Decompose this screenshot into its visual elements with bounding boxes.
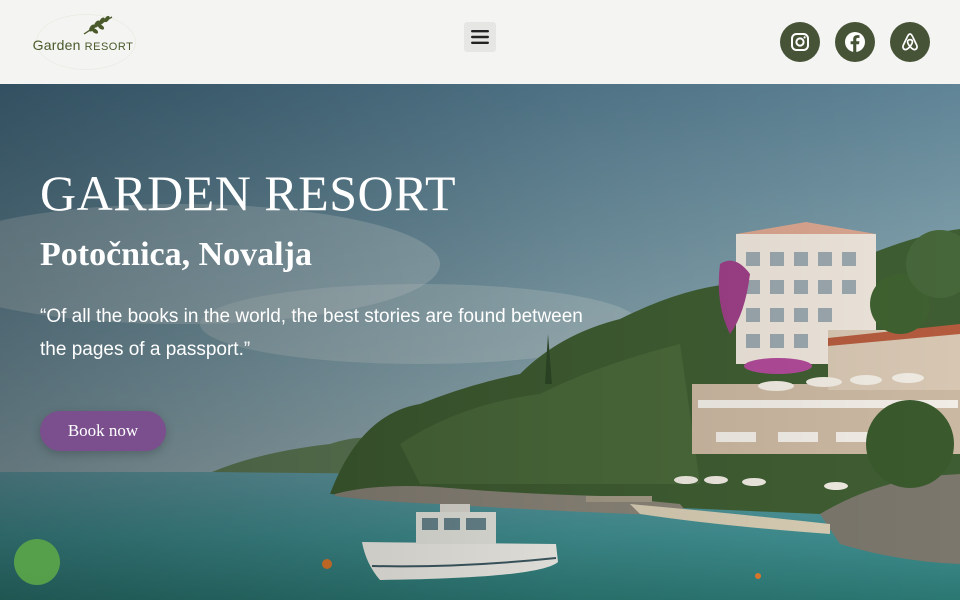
logo-text: Garden RESORT	[33, 37, 134, 53]
hero-title: GARDEN RESORT	[40, 165, 457, 221]
olive-branch-icon	[83, 15, 113, 35]
chat-widget-button[interactable]	[14, 539, 60, 585]
instagram-icon	[791, 33, 809, 51]
site-header: Garden RESORT	[0, 0, 960, 84]
menu-button[interactable]	[464, 22, 496, 52]
airbnb-link[interactable]	[890, 22, 930, 62]
logo-sub: RESORT	[84, 41, 134, 53]
hero-quote: “Of all the books in the world, the best…	[40, 306, 583, 360]
facebook-icon	[845, 32, 865, 52]
airbnb-icon	[902, 33, 918, 51]
logo[interactable]: Garden RESORT	[30, 12, 136, 70]
facebook-link[interactable]	[835, 22, 875, 62]
hamburger-icon	[471, 30, 489, 44]
hero-section: GARDEN RESORT Potočnica, Novalja “Of all…	[0, 84, 960, 600]
instagram-link[interactable]	[780, 22, 820, 62]
logo-main: Garden	[32, 37, 81, 53]
book-now-button[interactable]: Book now	[40, 411, 166, 451]
hero-subtitle: Potočnica, Novalja	[40, 236, 312, 273]
